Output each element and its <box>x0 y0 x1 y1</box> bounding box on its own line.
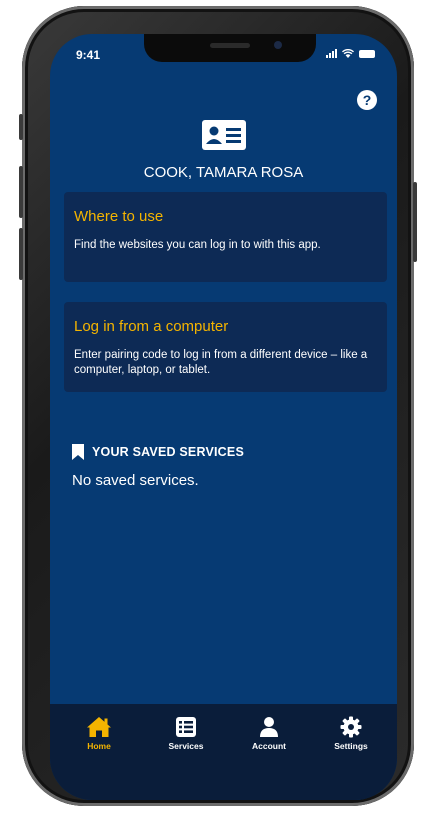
power-button <box>413 182 417 262</box>
card-description: Enter pairing code to log in from a diff… <box>74 349 368 376</box>
notch <box>144 34 316 62</box>
help-icon[interactable]: ? <box>357 90 377 110</box>
tab-label: Home <box>87 741 111 751</box>
wifi-icon <box>342 49 354 58</box>
card-title: Where to use <box>74 208 164 225</box>
tab-settings[interactable]: Settings <box>316 716 386 751</box>
saved-services-title: YOUR SAVED SERVICES <box>92 445 244 459</box>
phone-frame: 9:41 ? COOK, TAMARA ROSA Where to use Fi… <box>19 6 417 806</box>
tab-label: Account <box>252 741 286 751</box>
saved-services-header: YOUR SAVED SERVICES <box>72 444 244 460</box>
front-camera <box>274 41 282 49</box>
tab-account[interactable]: Account <box>234 716 304 751</box>
log-in-from-computer-card[interactable]: Log in from a computer Enter pairing cod… <box>64 302 387 392</box>
card-title: Log in from a computer <box>74 318 229 335</box>
volume-down-button <box>19 228 23 280</box>
id-card-icon <box>202 120 246 150</box>
where-to-use-card[interactable]: Where to use Find the websites you can l… <box>64 192 387 282</box>
tab-label: Services <box>168 741 204 751</box>
home-icon <box>87 717 111 737</box>
user-name: COOK, TAMARA ROSA <box>143 164 304 181</box>
tab-home[interactable]: Home <box>64 716 134 751</box>
saved-services-empty-text: No saved services. <box>72 472 199 489</box>
mute-switch <box>19 114 23 140</box>
person-icon <box>260 717 278 737</box>
signal-icon <box>326 49 337 58</box>
tab-label: Settings <box>334 741 368 751</box>
status-icons <box>326 49 375 58</box>
tab-services[interactable]: Services <box>151 716 221 751</box>
speaker-grille <box>210 43 250 48</box>
bookmark-icon <box>72 444 84 460</box>
volume-up-button <box>19 166 23 218</box>
app-screen: 9:41 ? COOK, TAMARA ROSA Where to use Fi… <box>50 34 397 800</box>
list-icon <box>176 717 196 737</box>
battery-icon <box>359 50 375 58</box>
gear-icon <box>340 716 362 738</box>
tab-bar: Home Services Account Settings <box>50 704 397 800</box>
status-time: 9:41 <box>76 48 101 62</box>
card-description: Find the websites you can log in to with… <box>74 239 321 251</box>
